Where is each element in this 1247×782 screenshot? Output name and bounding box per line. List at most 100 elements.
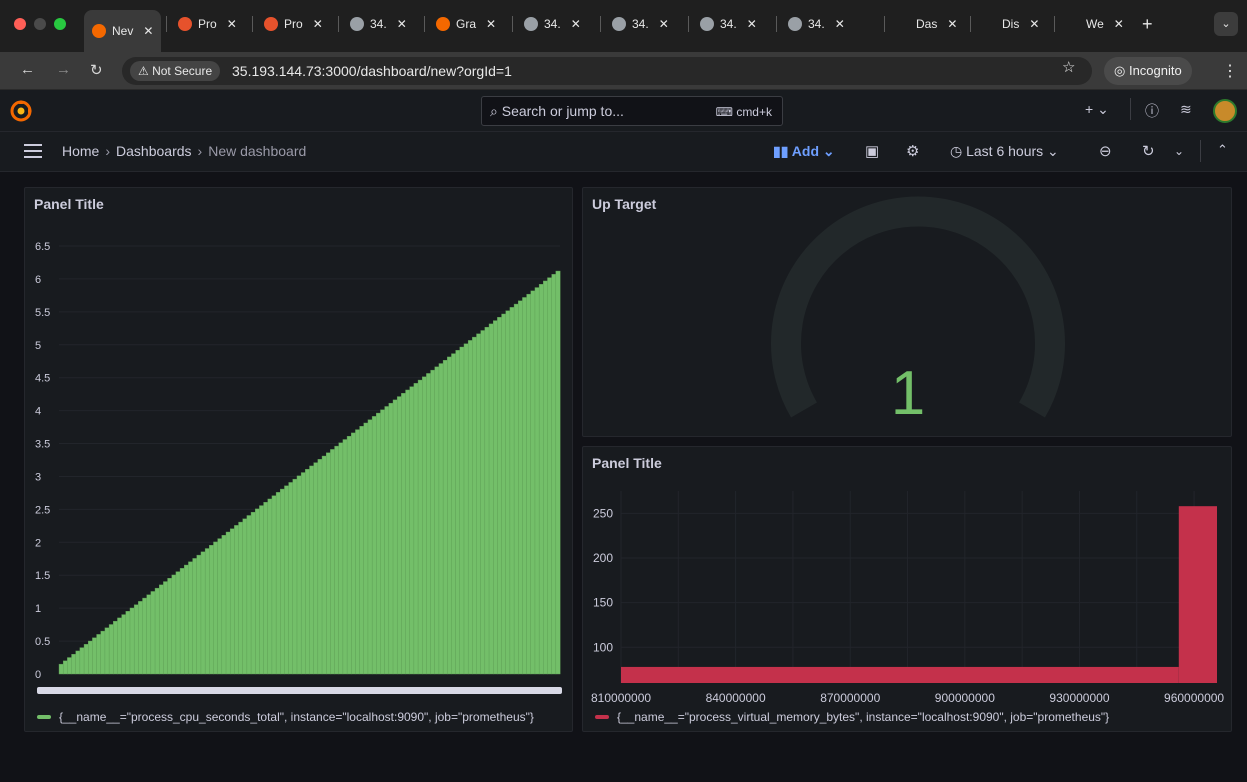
search-input[interactable]: ⌕ Search or jump to... ⌨ cmd+k xyxy=(481,96,783,126)
cpu-bar xyxy=(75,650,81,675)
browser-tab[interactable]: Dis ✕ xyxy=(974,10,1047,38)
zoom-out-icon[interactable]: ⊖ xyxy=(1099,142,1112,160)
settings-gear-icon[interactable]: ⚙ xyxy=(906,142,919,160)
cpu-bar xyxy=(513,303,519,675)
cpu-bar xyxy=(284,485,290,675)
tab-search-button[interactable]: ⌄ xyxy=(1214,12,1238,36)
breadcrumb-separator-icon: › xyxy=(197,143,203,159)
forward-button[interactable]: → xyxy=(56,61,71,78)
memory-legend[interactable]: {__name__="process_virtual_memory_bytes"… xyxy=(595,710,1109,724)
cpu-bar xyxy=(100,630,106,675)
cpu-bar xyxy=(292,478,298,675)
browser-tab[interactable]: 34. ✕ xyxy=(516,10,589,38)
cpu-bar xyxy=(447,356,452,675)
close-tab-icon[interactable]: ✕ xyxy=(486,17,496,31)
cpu-bar xyxy=(88,640,93,675)
close-tab-icon[interactable]: ✕ xyxy=(227,17,237,31)
browser-tab[interactable]: 34. ✕ xyxy=(604,10,677,38)
x-tick-label: 840000000 xyxy=(706,691,766,705)
browser-menu-icon[interactable]: ⋮ xyxy=(1222,61,1238,81)
close-tab-icon[interactable]: ✕ xyxy=(1029,17,1039,31)
refresh-icon[interactable]: ↻ xyxy=(1142,142,1155,160)
x-tick-label: 930000000 xyxy=(1049,691,1109,705)
tab-separator xyxy=(776,16,777,32)
close-tab-icon[interactable]: ✕ xyxy=(1114,17,1124,31)
user-avatar[interactable] xyxy=(1213,99,1237,123)
browser-tab[interactable]: We ✕ xyxy=(1058,10,1132,38)
cpu-bar xyxy=(430,369,436,675)
cpu-bar xyxy=(129,607,135,675)
back-button[interactable]: ← xyxy=(20,61,35,78)
incognito-badge[interactable]: ◎ Incognito xyxy=(1104,57,1192,85)
new-menu-button[interactable]: + ⌄ xyxy=(1085,101,1109,118)
add-label: Add xyxy=(791,143,820,159)
browser-tab[interactable]: Nev ✕ xyxy=(84,10,162,52)
collapse-chevron-icon[interactable]: ⌃ xyxy=(1217,142,1228,158)
cpu-bar xyxy=(171,574,177,675)
close-tab-icon[interactable]: ✕ xyxy=(947,17,957,31)
tab-label: Gra xyxy=(456,17,477,31)
browser-tab[interactable]: Das ✕ xyxy=(888,10,965,38)
close-tab-icon[interactable]: ✕ xyxy=(571,17,581,31)
cpu-bar xyxy=(150,591,156,675)
search-shortcut: cmd+k xyxy=(736,105,772,119)
help-icon[interactable]: ⓘ xyxy=(1145,101,1159,121)
globe-icon xyxy=(350,17,364,31)
new-tab-button[interactable]: + xyxy=(1142,14,1153,35)
cpu-bar xyxy=(280,488,285,675)
close-tab-icon[interactable]: ✕ xyxy=(747,17,757,31)
refresh-interval-chevron-icon[interactable]: ⌄ xyxy=(1174,144,1184,158)
close-window-button[interactable] xyxy=(14,18,26,30)
cpu-bar-chart[interactable]: 0 0.5 1 1.5 2 2.5 3 3.5 4 4.5 5 5.5 6 6.5 xyxy=(25,228,574,733)
close-tab-icon[interactable]: ✕ xyxy=(659,17,669,31)
browser-tab[interactable]: 34. ✕ xyxy=(692,10,765,38)
cpu-bar xyxy=(326,452,331,675)
cpu-panel[interactable]: Panel Title 0 0.5 1 1.5 2 2.5 3 3.5 4 4.5 5 5.5 6 6.5… xyxy=(24,187,573,732)
y-tick-label: 2 xyxy=(35,537,41,549)
close-tab-icon[interactable]: ✕ xyxy=(143,24,153,38)
prometheus-icon xyxy=(264,17,278,31)
omnibox[interactable]: ⚠ Not Secure 35.193.144.73:3000/dashboar… xyxy=(122,57,1092,85)
menu-icon[interactable] xyxy=(24,144,42,158)
browser-tab[interactable]: Pro ✕ xyxy=(170,10,245,38)
cpu-legend[interactable]: {__name__="process_cpu_seconds_total", i… xyxy=(37,710,534,724)
breadcrumb-dashboards[interactable]: Dashboards xyxy=(116,143,192,159)
tab-separator xyxy=(424,16,425,32)
x-axis-scrollbar xyxy=(37,687,562,694)
memory-panel[interactable]: Panel Title 100 150 200 250 810000000 8400000… xyxy=(582,446,1232,732)
browser-tab[interactable]: Gra ✕ xyxy=(428,10,504,38)
browser-tab[interactable]: 34. ✕ xyxy=(342,10,415,38)
cpu-bar xyxy=(538,284,544,675)
memory-bar-chart[interactable]: 100 150 200 250 810000000 840000000 870000000 9… xyxy=(583,471,1233,733)
browser-tab[interactable]: 34. ✕ xyxy=(780,10,853,38)
cpu-bar xyxy=(229,528,235,675)
not-secure-badge[interactable]: ⚠ Not Secure xyxy=(130,61,221,81)
add-button[interactable]: ▮▮ Add ⌄ xyxy=(773,143,835,160)
reload-button[interactable]: ↻ xyxy=(90,61,103,79)
address-bar: ← → ↻ ⚠ Not Secure 35.193.144.73:3000/da… xyxy=(0,52,1247,90)
url-text[interactable]: 35.193.144.73:3000/dashboard/new?orgId=1 xyxy=(232,63,512,79)
bookmark-star-icon[interactable]: ☆ xyxy=(1062,58,1075,76)
time-range-picker[interactable]: ◷ Last 6 hours ⌄ xyxy=(950,143,1059,160)
up-target-panel[interactable]: Up Target 1 xyxy=(582,187,1232,437)
grafana-logo-icon[interactable] xyxy=(10,100,32,122)
cpu-bar xyxy=(509,307,515,675)
close-tab-icon[interactable]: ✕ xyxy=(397,17,407,31)
close-tab-icon[interactable]: ✕ xyxy=(313,17,323,31)
news-feed-icon[interactable]: ≋ xyxy=(1180,101,1192,118)
y-tick-label: 200 xyxy=(593,551,613,565)
close-tab-icon[interactable]: ✕ xyxy=(835,17,845,31)
cpu-bar xyxy=(501,313,507,675)
cpu-bar xyxy=(459,346,465,675)
save-icon[interactable]: ▣ xyxy=(865,142,879,160)
maximize-window-button[interactable] xyxy=(54,18,66,30)
breadcrumb-home[interactable]: Home xyxy=(62,143,99,159)
cpu-bar xyxy=(158,584,164,675)
cpu-bar xyxy=(58,663,64,675)
globe-icon xyxy=(700,17,714,31)
cpu-bar xyxy=(476,333,482,675)
browser-tab[interactable]: Pro ✕ xyxy=(256,10,331,38)
cpu-bar xyxy=(275,492,281,675)
y-tick-label: 3 xyxy=(35,471,41,483)
minimize-window-button[interactable] xyxy=(34,18,46,30)
